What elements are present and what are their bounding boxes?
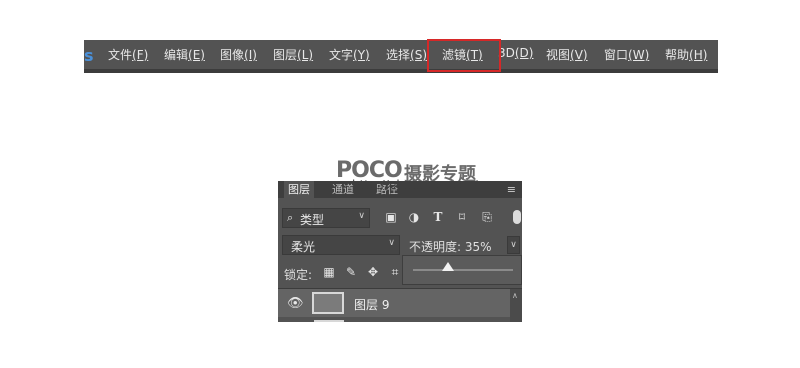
opacity-control[interactable]: 不透明度: 35%	[409, 238, 492, 255]
watermark-url: http://photo.poco.cn/	[352, 178, 478, 192]
eye-icon[interactable]: 👁	[287, 296, 304, 311]
tab-layers[interactable]: 图层	[284, 181, 314, 198]
menu-bar-divider	[84, 69, 718, 73]
menu-view[interactable]: 视图(V)	[546, 46, 588, 63]
chevron-down-icon: ∨	[388, 238, 395, 248]
opacity-label: 不透明度:	[409, 240, 462, 254]
lock-transparency-icon[interactable]: ▦	[322, 265, 336, 279]
hamburger-icon[interactable]: ≡	[507, 183, 516, 196]
search-icon: ⌕	[287, 211, 294, 224]
adjustment-filter-icon[interactable]: ◑	[406, 210, 422, 224]
filter-kind-value: 类型	[300, 213, 325, 227]
lock-label: 锁定:	[284, 268, 313, 282]
next-layer-thumbnail	[314, 320, 344, 322]
opacity-slider-thumb[interactable]	[442, 262, 454, 271]
layer-thumbnail	[312, 292, 344, 314]
menu-select[interactable]: 选择(S)	[386, 46, 427, 63]
menu-file[interactable]: 文件(F)	[108, 46, 148, 63]
chevron-up-icon[interactable]: ∧	[512, 291, 518, 300]
lock-image-pixels-icon[interactable]: ✎	[344, 265, 358, 279]
menu-3d[interactable]: 3D(D)	[498, 46, 533, 60]
image-filter-icon[interactable]: ▣	[383, 210, 399, 224]
menu-bar: s 文件(F) 编辑(E) 图像(I) 图层(L) 文字(Y) 选择(S) 滤镜…	[84, 40, 718, 73]
text-filter-icon[interactable]: T	[430, 210, 446, 224]
app-logo: s	[84, 46, 94, 65]
shape-filter-icon[interactable]: ⌑	[454, 210, 470, 224]
menu-help[interactable]: 帮助(H)	[665, 46, 707, 63]
blend-mode-select[interactable]: 柔光 ∨	[282, 235, 400, 255]
filter-toggle[interactable]	[513, 210, 521, 224]
opacity-dropdown-chevron-icon[interactable]: ∨	[507, 236, 520, 254]
menu-window[interactable]: 窗口(W)	[604, 46, 649, 63]
layers-scrollbar[interactable]: ∧	[510, 289, 522, 322]
filter-menu-highlight	[427, 39, 501, 72]
layer-row[interactable]: 👁 图层 9	[278, 289, 510, 317]
blend-mode-value: 柔光	[291, 240, 316, 254]
opacity-slider-track[interactable]	[413, 269, 513, 271]
layer-name: 图层 9	[354, 298, 390, 312]
lock-artboard-icon[interactable]: ⌗	[388, 265, 402, 280]
chevron-down-icon: ∨	[358, 211, 365, 221]
menu-image[interactable]: 图像(I)	[220, 46, 257, 63]
smart-object-filter-icon[interactable]: ⎘	[479, 210, 495, 225]
filter-kind-select[interactable]: ⌕ 类型 ∨	[282, 208, 370, 228]
menu-layer[interactable]: 图层(L)	[273, 46, 313, 63]
opacity-value[interactable]: 35%	[465, 240, 492, 254]
menu-edit[interactable]: 编辑(E)	[164, 46, 205, 63]
menu-type[interactable]: 文字(Y)	[329, 46, 370, 63]
layers-panel: 图层 通道 路径 ≡ ⌕ 类型 ∨ ▣ ◑ T ⌑ ⎘ 柔光 ∨ 不透明度: 3…	[278, 181, 522, 322]
lock-position-icon[interactable]: ✥	[366, 265, 380, 279]
opacity-slider-popup	[402, 255, 522, 285]
